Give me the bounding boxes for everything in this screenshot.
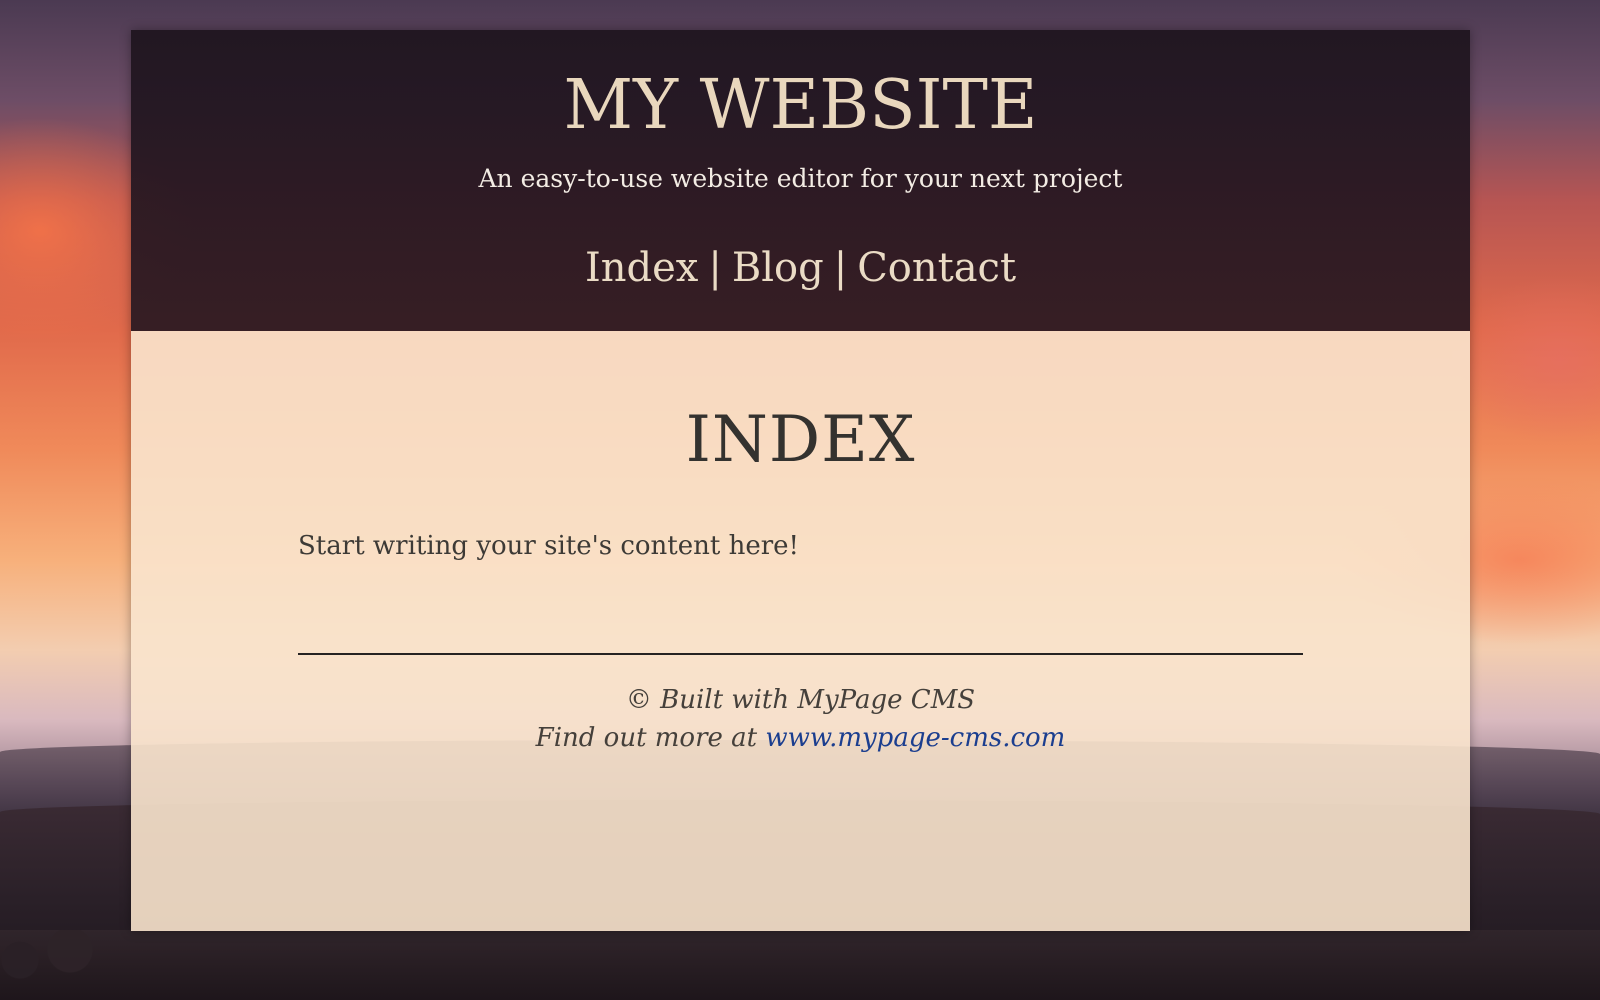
background-treeline [0,930,1600,1000]
footer-more-line: Find out more at www.mypage-cms.com [131,719,1470,757]
nav-separator: | [833,245,848,291]
site-header: MY WEBSITE An easy-to-use website editor… [131,30,1470,331]
site-footer: © Built with MyPage CMS Find out more at… [131,681,1470,757]
main-content: INDEX Start writing your site's content … [131,331,1470,931]
footer-divider [298,653,1303,655]
nav-link-contact[interactable]: Contact [857,245,1016,291]
footer-credit: © Built with MyPage CMS [625,685,976,715]
main-nav: Index | Blog | Contact [131,245,1470,291]
site-container: MY WEBSITE An easy-to-use website editor… [131,30,1470,931]
nav-link-blog[interactable]: Blog [732,245,824,291]
page-heading: INDEX [685,403,916,477]
nav-separator: | [708,245,722,291]
nav-link-index[interactable]: Index [585,245,698,291]
page-body-text: Start writing your site's content here! [298,531,799,561]
site-tagline: An easy-to-use website editor for your n… [478,164,1123,193]
site-title: MY WEBSITE [563,66,1038,145]
footer-cms-link[interactable]: www.mypage-cms.com [765,723,1065,753]
footer-more-prefix: Find out more at [535,723,758,753]
